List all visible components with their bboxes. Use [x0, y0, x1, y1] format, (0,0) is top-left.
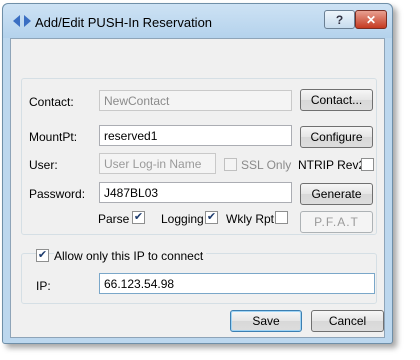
- allow-ip-checkbox[interactable]: ✔: [36, 249, 49, 262]
- contact-field: NewContact: [99, 90, 292, 111]
- title-bar[interactable]: Add/Edit PUSH-In Reservation ? ✕: [3, 4, 392, 38]
- close-button[interactable]: ✕: [355, 10, 387, 29]
- ip-label: IP:: [36, 279, 51, 293]
- password-input[interactable]: J487BL03: [99, 182, 292, 203]
- allow-ip-check-icon: ✔: [37, 249, 48, 261]
- parse-label: Parse: [98, 212, 130, 226]
- dialog-client-area: Contact: NewContact Contact... MountPt: …: [10, 38, 385, 338]
- configure-button[interactable]: Configure: [300, 126, 373, 148]
- ntrip-rev2-label: NTRIP Rev2: [298, 158, 366, 172]
- password-label: Password:: [29, 187, 86, 201]
- user-input: User Log-in Name: [99, 153, 216, 174]
- cancel-button[interactable]: Cancel: [311, 310, 384, 332]
- dialog-window: Add/Edit PUSH-In Reservation ? ✕ Contact…: [2, 3, 393, 344]
- pfat-button: P.F.A.T: [300, 211, 373, 233]
- ntrip-rev2-checkbox[interactable]: [361, 158, 374, 171]
- mountpt-input[interactable]: reserved1: [99, 125, 292, 146]
- contact-label: Contact:: [29, 95, 74, 109]
- parse-checkbox[interactable]: ✔: [132, 211, 145, 224]
- logging-label: Logging: [161, 212, 204, 226]
- help-button[interactable]: ?: [324, 10, 355, 29]
- weekly-report-checkbox[interactable]: [275, 211, 288, 224]
- ip-input[interactable]: 66.123.54.98: [99, 273, 375, 294]
- allow-ip-label: Allow only this IP to connect: [54, 249, 207, 263]
- ssl-only-label: SSL Only: [241, 158, 292, 172]
- parse-check-icon: ✔: [133, 211, 144, 223]
- contact-button[interactable]: Contact...: [300, 89, 373, 111]
- generate-button[interactable]: Generate: [300, 183, 373, 205]
- logging-checkbox[interactable]: ✔: [205, 211, 218, 224]
- weekly-report-label: Wkly Rpt: [226, 212, 274, 226]
- logging-check-icon: ✔: [206, 211, 217, 223]
- double-arrow-icon: [13, 15, 31, 27]
- mountpt-label: MountPt:: [29, 130, 78, 144]
- ssl-only-checkbox: [224, 158, 237, 171]
- user-label: User:: [29, 158, 58, 172]
- window-title: Add/Edit PUSH-In Reservation: [35, 15, 213, 30]
- save-button[interactable]: Save: [230, 310, 302, 332]
